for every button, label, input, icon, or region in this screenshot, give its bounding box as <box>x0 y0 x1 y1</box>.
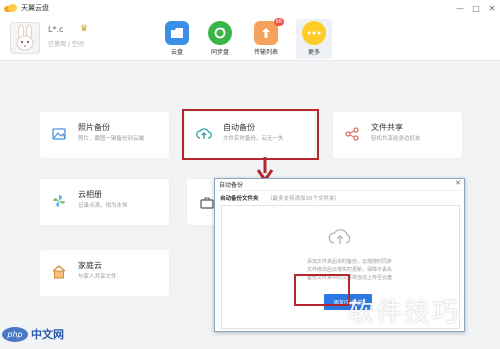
php-logo: php <box>2 326 28 342</box>
minimize-button[interactable]: — <box>452 0 468 16</box>
dialog-line: 文件修改后云端实时更新，保障不丢失 <box>307 267 393 273</box>
card-file-share[interactable]: 文件共享 轻松共享给身边好友 <box>333 112 462 158</box>
avatar[interactable] <box>10 22 40 54</box>
nav-label: 传输列表 <box>253 49 278 56</box>
cloud-upload-icon <box>328 229 351 244</box>
rabbit-avatar-icon <box>16 24 34 51</box>
add-folder-highlight <box>294 274 350 306</box>
transfer-badge: 66 <box>273 18 284 26</box>
nav-label: 更多 <box>307 49 320 56</box>
user-space: 已使用 / 空间 <box>48 41 84 48</box>
php-watermark: php 中文网 <box>2 326 64 342</box>
photo-icon <box>52 128 66 140</box>
window-controls: — □ ✕ <box>452 0 500 16</box>
nav-sync-disk[interactable]: 同步盘 <box>202 19 238 59</box>
dialog-titlebar: 自动备份 ✕ <box>215 179 464 191</box>
share-icon <box>345 127 359 141</box>
card-cloud-album[interactable]: 云相册 记录点滴，相为永恒 <box>40 179 169 225</box>
card-title: 文件共享 <box>371 123 403 132</box>
card-title: 家庭云 <box>78 261 102 270</box>
pinwheel-icon <box>53 195 65 207</box>
app-title: 天翼云盘 <box>21 4 49 12</box>
user-name: L*.c <box>48 25 64 34</box>
folder-icon <box>165 21 189 45</box>
nav-label: 云盘 <box>170 49 183 56</box>
card-desc: 与家人共享文件 <box>78 274 117 280</box>
card-family-cloud[interactable]: 家庭云 与家人共享文件 <box>40 250 169 296</box>
card-title: 云相册 <box>78 190 102 199</box>
php-cn-text: 中文网 <box>31 328 64 341</box>
home-icon <box>52 265 66 279</box>
nav-transfer-list[interactable]: 66 传输列表 <box>248 18 284 59</box>
transfer-icon: 66 <box>254 18 284 45</box>
backup-folder-label: 自动备份文件夹 <box>220 196 259 202</box>
dialog-close-icon[interactable]: ✕ <box>455 179 461 187</box>
close-button[interactable]: ✕ <box>484 0 500 16</box>
cloud-logo-icon <box>4 4 18 12</box>
card-title: 照片备份 <box>78 123 110 132</box>
card-desc: 轻松共享给身边好友 <box>371 136 421 142</box>
maximize-button[interactable]: □ <box>468 0 484 16</box>
watermark-text: 软件技巧 <box>348 298 461 328</box>
sync-icon <box>208 21 232 45</box>
card-photo-backup[interactable]: 照片备份 照片、截图一键备份到云端 <box>40 112 169 158</box>
nav-more[interactable]: 更多 <box>296 19 332 59</box>
card-desc: 照片、截图一键备份到云端 <box>78 136 145 142</box>
header: L*.c ♛ 已使用 / 空间 云盘 同步盘 66 传输列表 更多 <box>0 16 500 61</box>
dialog-title: 自动备份 <box>219 182 244 189</box>
backup-folder-hint: （最多支持添加30个文件夹） <box>267 196 340 202</box>
title-bar: 天翼云盘 — □ ✕ <box>0 0 500 16</box>
auto-backup-highlight <box>182 109 319 160</box>
crown-icon: ♛ <box>80 24 89 34</box>
more-icon <box>302 21 326 45</box>
nav-label: 同步盘 <box>210 49 229 56</box>
card-desc: 记录点滴，相为永恒 <box>78 203 128 209</box>
nav-cloud-disk[interactable]: 云盘 <box>159 19 195 59</box>
dialog-line: 添加文件夹后实时备份，云端随时同步 <box>307 259 393 265</box>
briefcase-icon <box>200 197 214 209</box>
